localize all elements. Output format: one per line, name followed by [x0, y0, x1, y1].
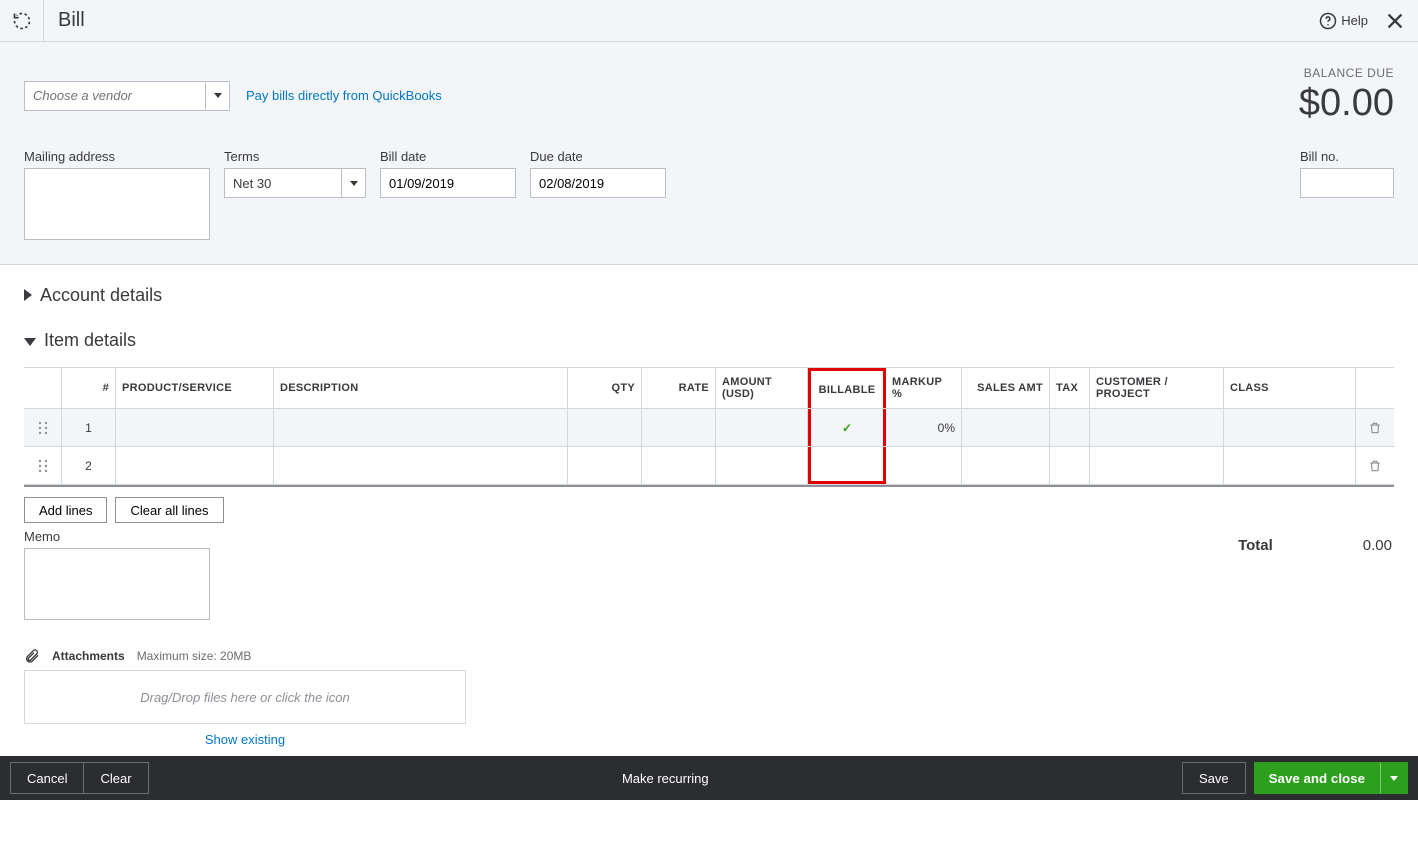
bill-date-input[interactable]	[380, 168, 516, 198]
tax-cell[interactable]	[1050, 409, 1090, 446]
amount-cell[interactable]	[716, 409, 808, 446]
class-cell[interactable]	[1224, 447, 1356, 484]
qty-cell[interactable]	[568, 447, 642, 484]
sales-col-header: SALES AMT	[962, 368, 1050, 408]
rate-cell[interactable]	[642, 447, 716, 484]
footer-bar: Cancel Clear Make recurring Save Save an…	[0, 756, 1418, 800]
balance-due-label: BALANCE DUE	[1299, 66, 1394, 80]
delete-col-header	[1356, 368, 1394, 408]
amount-col-header: AMOUNT (USD)	[716, 368, 808, 408]
history-icon[interactable]	[0, 0, 44, 42]
mailing-address-label: Mailing address	[24, 149, 210, 164]
markup-cell[interactable]	[886, 447, 962, 484]
table-row[interactable]: 1 ✓ 0%	[24, 409, 1394, 447]
triangle-down-icon	[24, 330, 36, 351]
delete-row-icon[interactable]	[1356, 447, 1394, 484]
chevron-down-icon[interactable]	[342, 168, 366, 198]
cancel-button[interactable]: Cancel	[10, 762, 84, 794]
vendor-select[interactable]	[24, 81, 230, 111]
qty-col-header: QTY	[568, 368, 642, 408]
billable-col-header: BILLABLE	[808, 368, 886, 408]
drag-handle-icon[interactable]	[24, 409, 62, 446]
item-details-title: Item details	[44, 330, 136, 351]
qty-cell[interactable]	[568, 409, 642, 446]
class-col-header: CLASS	[1224, 368, 1356, 408]
save-dropdown-icon[interactable]	[1380, 762, 1408, 794]
save-button[interactable]: Save	[1182, 762, 1246, 794]
terms-input[interactable]	[224, 168, 342, 198]
desc-col-header: DESCRIPTION	[274, 368, 568, 408]
clear-button[interactable]: Clear	[84, 762, 148, 794]
class-cell[interactable]	[1224, 409, 1356, 446]
due-date-label: Due date	[530, 149, 666, 164]
amount-cell[interactable]	[716, 447, 808, 484]
balance-due: BALANCE DUE $0.00	[1299, 66, 1394, 125]
page-title: Bill	[44, 9, 1319, 32]
triangle-right-icon	[24, 285, 32, 306]
row-num: 1	[62, 409, 116, 446]
sales-cell[interactable]	[962, 447, 1050, 484]
show-existing-link[interactable]: Show existing	[205, 732, 285, 747]
check-icon: ✓	[842, 421, 852, 435]
balance-due-amount: $0.00	[1299, 82, 1394, 125]
desc-cell[interactable]	[274, 409, 568, 446]
total-value: 0.00	[1363, 537, 1392, 554]
bill-date-label: Bill date	[380, 149, 516, 164]
chevron-down-icon[interactable]	[206, 81, 230, 111]
billable-cell[interactable]: ✓	[808, 409, 886, 446]
tax-col-header: TAX	[1050, 368, 1090, 408]
save-and-close-button[interactable]: Save and close	[1254, 762, 1380, 794]
attachments-max: Maximum size: 20MB	[137, 649, 252, 663]
billable-cell[interactable]	[808, 447, 886, 484]
num-col-header: #	[62, 368, 116, 408]
product-cell[interactable]	[116, 409, 274, 446]
desc-cell[interactable]	[274, 447, 568, 484]
customer-cell[interactable]	[1090, 447, 1224, 484]
help-label: Help	[1341, 13, 1368, 28]
product-cell[interactable]	[116, 447, 274, 484]
form-top: Pay bills directly from QuickBooks BALAN…	[0, 42, 1418, 265]
mailing-address-input[interactable]	[24, 168, 210, 240]
memo-label: Memo	[24, 529, 210, 544]
grid-header: # PRODUCT/SERVICE DESCRIPTION QTY RATE A…	[24, 368, 1394, 409]
sales-cell[interactable]	[962, 409, 1050, 446]
account-details-title: Account details	[40, 285, 162, 306]
tax-cell[interactable]	[1050, 447, 1090, 484]
product-col-header: PRODUCT/SERVICE	[116, 368, 274, 408]
customer-cell[interactable]	[1090, 409, 1224, 446]
table-row[interactable]: 2	[24, 447, 1394, 485]
customer-col-header: CUSTOMER / PROJECT	[1090, 368, 1224, 408]
account-details-toggle[interactable]: Account details	[24, 285, 1394, 306]
item-grid: # PRODUCT/SERVICE DESCRIPTION QTY RATE A…	[24, 367, 1394, 487]
total-label: Total	[1238, 537, 1273, 554]
close-icon[interactable]	[1384, 10, 1406, 32]
terms-label: Terms	[224, 149, 366, 164]
delete-row-icon[interactable]	[1356, 409, 1394, 446]
rate-col-header: RATE	[642, 368, 716, 408]
memo-input[interactable]	[24, 548, 210, 620]
add-lines-button[interactable]: Add lines	[24, 497, 107, 523]
markup-col-header: MARKUP %	[886, 368, 962, 408]
clear-all-lines-button[interactable]: Clear all lines	[115, 497, 223, 523]
pay-bills-link[interactable]: Pay bills directly from QuickBooks	[246, 88, 442, 103]
drag-col-header	[24, 368, 62, 408]
markup-cell[interactable]: 0%	[886, 409, 962, 446]
due-date-input[interactable]	[530, 168, 666, 198]
help-link[interactable]: Help	[1319, 12, 1368, 30]
drag-handle-icon[interactable]	[24, 447, 62, 484]
vendor-input[interactable]	[24, 81, 206, 111]
bill-no-input[interactable]	[1300, 168, 1394, 198]
item-details-toggle[interactable]: Item details	[24, 330, 1394, 351]
attachments-dropzone[interactable]: Drag/Drop files here or click the icon	[24, 670, 466, 724]
make-recurring-link[interactable]: Make recurring	[622, 771, 709, 786]
modal-header: Bill Help	[0, 0, 1418, 42]
paperclip-icon[interactable]	[24, 648, 40, 664]
rate-cell[interactable]	[642, 409, 716, 446]
terms-select[interactable]	[224, 168, 366, 198]
dropzone-text: Drag/Drop files here or click the icon	[140, 690, 350, 705]
attachments-title: Attachments	[52, 649, 125, 663]
bill-no-label: Bill no.	[1300, 149, 1394, 164]
row-num: 2	[62, 447, 116, 484]
